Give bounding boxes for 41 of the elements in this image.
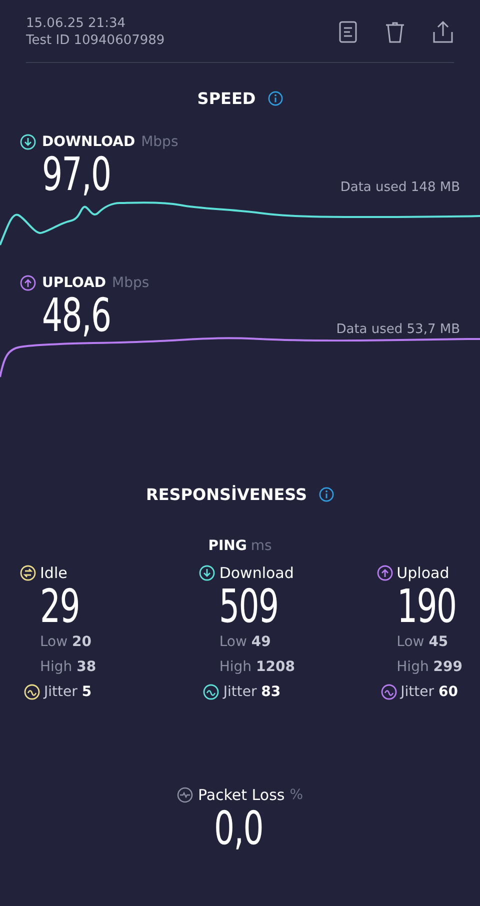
ping-value: 190 [396,582,456,630]
data-used: Data used 148 MB [340,180,460,196]
delete-icon[interactable] [384,20,406,44]
section-title: RESPONSİVENESS [146,484,307,504]
jitter-value: Jitter 83 [223,684,281,700]
jitter-icon [24,684,40,700]
high-value: High 38 [39,658,98,677]
high-value: High 299 [396,658,464,677]
jitter-icon [203,684,220,700]
info-icon[interactable] [318,486,334,502]
low-value: Low 20 [39,632,93,652]
ping-type-label: Idle [40,564,68,582]
jitter-value: Jitter 5 [44,684,92,700]
packet-loss-value: 0,0 [214,804,263,852]
ping-type-label: Download [219,564,294,582]
unit-label: Mbps [141,134,178,150]
unit-label: ms [250,538,272,554]
ping-label: PING [208,538,247,554]
document-icon[interactable] [338,20,358,44]
unit-label: Mbps [112,275,150,292]
ping-type-label: Upload [396,564,450,582]
packet-loss-icon [176,786,193,803]
ping-value: 29 [40,582,80,630]
low-value: Low 45 [396,632,450,652]
info-icon[interactable] [268,91,283,106]
share-icon[interactable] [432,20,454,44]
low-value: Low 49 [218,632,272,652]
high-value: High 1208 [218,658,296,677]
ping-value: 509 [219,582,279,630]
speed-value: 97,0 [42,150,111,198]
test-id: Test ID 10940607989 [26,33,165,48]
section-title: SPEED [197,89,256,108]
unit-label: % [290,786,304,803]
packet-loss-label: Packet Loss [198,786,285,804]
data-used: Data used 53,7 MB [336,322,460,337]
jitter-value: Jitter 60 [400,684,458,700]
jitter-icon [380,684,397,700]
test-label: DOWNLOAD [42,134,136,150]
speed-value: 48,6 [42,291,111,340]
test-label: UPLOAD [42,275,106,292]
test-date: 15.06.25 21:34 [26,16,126,31]
